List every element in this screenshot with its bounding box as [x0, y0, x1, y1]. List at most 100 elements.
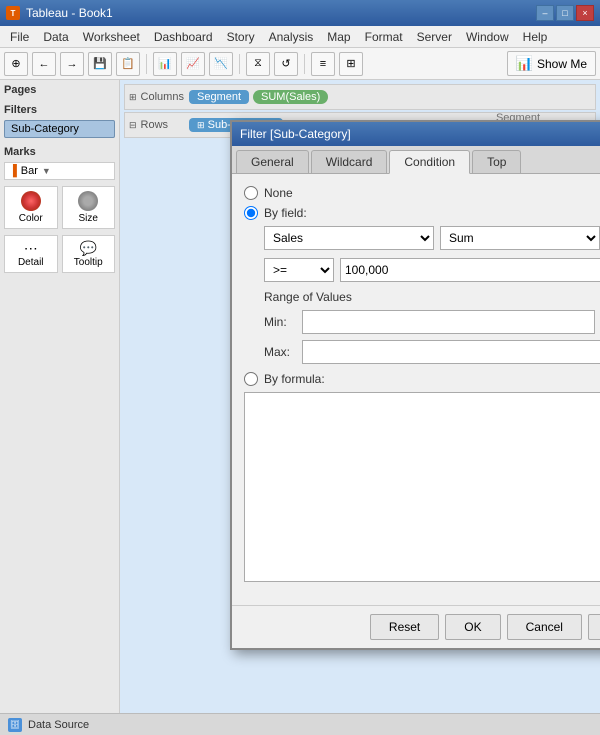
data-source-label[interactable]: Data Source [28, 719, 89, 731]
min-input[interactable] [302, 310, 595, 334]
apply-button[interactable]: Apply [588, 614, 600, 640]
tab-wildcard[interactable]: Wildcard [311, 150, 388, 173]
minimize-button[interactable]: – [536, 5, 554, 21]
toolbar-chart-btn3[interactable]: 📉 [209, 52, 233, 76]
max-input[interactable] [302, 340, 600, 364]
marks-controls-2: ⋯ Detail 💬 Tooltip [4, 235, 115, 273]
none-radio-group: None By field: Sales [244, 186, 600, 585]
tab-top[interactable]: Top [472, 150, 521, 173]
menu-data[interactable]: Data [37, 28, 74, 46]
menu-help[interactable]: Help [517, 28, 554, 46]
tooltip-label: Tooltip [74, 257, 103, 268]
reset-button[interactable]: Reset [370, 614, 439, 640]
none-label: None [264, 186, 293, 200]
toolbar-chart-btn1[interactable]: 📊 [153, 52, 177, 76]
status-bar: 🗄 Data Source [0, 713, 600, 735]
bar-chart-icon: 📊 [516, 55, 533, 72]
field-dropdown[interactable]: Sales [264, 226, 434, 250]
menu-map[interactable]: Map [321, 28, 356, 46]
menu-dashboard[interactable]: Dashboard [148, 28, 219, 46]
size-button[interactable]: Size [62, 186, 116, 229]
tableau-icon: T [6, 6, 20, 20]
none-radio-row: None [244, 186, 600, 200]
filter-subcategory-chip[interactable]: Sub-Category [4, 120, 115, 138]
pages-section: Pages [4, 84, 115, 96]
menu-format[interactable]: Format [359, 28, 409, 46]
toolbar-save-btn[interactable]: 💾 [88, 52, 112, 76]
by-formula-radio[interactable] [244, 372, 258, 386]
window-title: Tableau - Book1 [26, 6, 113, 20]
toolbar-duplicate-btn[interactable]: 📋 [116, 52, 140, 76]
columns-pill-sales[interactable]: SUM(Sales) [253, 90, 328, 104]
rows-text: Rows [141, 119, 169, 131]
threshold-input[interactable] [340, 258, 600, 282]
marks-section: Marks ▐ Bar ▼ Color Size ⋯ Detail [4, 146, 115, 273]
show-me-button[interactable]: 📊 Show Me [507, 51, 596, 76]
menu-analysis[interactable]: Analysis [263, 28, 320, 46]
rows-pill-icon: ⊞ [197, 120, 205, 130]
max-label: Max: [264, 345, 294, 359]
tooltip-button[interactable]: 💬 Tooltip [62, 235, 116, 273]
show-me-label: Show Me [537, 57, 587, 71]
by-field-radio[interactable] [244, 206, 258, 220]
aggregation-dropdown[interactable]: Sum [440, 226, 600, 250]
dialog-content: None By field: Sales [232, 174, 600, 605]
sidebar: Pages Filters Sub-Category Marks ▐ Bar ▼… [0, 80, 120, 735]
dialog-buttons: Reset OK Cancel Apply [232, 605, 600, 648]
pages-title: Pages [4, 84, 115, 96]
bar-chart-icon: ▐ [9, 165, 17, 177]
ok-button[interactable]: OK [445, 614, 500, 640]
menu-bar: File Data Worksheet Dashboard Story Anal… [0, 26, 600, 48]
toolbar-separator-1 [146, 54, 147, 74]
toolbar-separator-2 [239, 54, 240, 74]
color-button[interactable]: Color [4, 186, 58, 229]
columns-pill-segment[interactable]: Segment [189, 90, 249, 104]
field-selects-row: Sales Sum [264, 226, 600, 250]
dialog-title: Filter [Sub-Category] [240, 127, 351, 141]
columns-text: Columns [141, 91, 184, 103]
menu-story[interactable]: Story [221, 28, 261, 46]
detail-button[interactable]: ⋯ Detail [4, 235, 58, 273]
detail-icon: ⋯ [24, 240, 38, 256]
toolbar-back-btn[interactable]: ← [32, 52, 56, 76]
color-label: Color [19, 213, 43, 224]
toolbar-sort-btn[interactable]: ≡ [311, 52, 335, 76]
range-section: Range of Values Min: Load Max: [264, 290, 600, 364]
operator-dropdown[interactable]: >= [264, 258, 334, 282]
toolbar-forward-btn[interactable]: → [60, 52, 84, 76]
toolbar-chart-btn2[interactable]: 📈 [181, 52, 205, 76]
menu-file[interactable]: File [4, 28, 35, 46]
formula-textarea[interactable] [244, 392, 600, 582]
toolbar-refresh2-btn[interactable]: ↺ [274, 52, 298, 76]
tab-condition[interactable]: Condition [389, 150, 470, 174]
by-field-label: By field: [264, 206, 307, 220]
title-bar-left: T Tableau - Book1 [6, 6, 113, 20]
rows-label: ⊟ Rows [129, 119, 189, 131]
cancel-button[interactable]: Cancel [507, 614, 582, 640]
range-title: Range of Values [264, 290, 600, 304]
close-button[interactable]: × [576, 5, 594, 21]
toolbar-group-btn[interactable]: ⊞ [339, 52, 363, 76]
columns-label: ⊞ Columns [129, 91, 189, 103]
by-field-radio-row: By field: [244, 206, 600, 220]
menu-window[interactable]: Window [460, 28, 515, 46]
chevron-down-icon: ▼ [42, 166, 51, 176]
marks-title: Marks [4, 146, 115, 158]
dialog-title-bar: Filter [Sub-Category] × [232, 122, 600, 146]
database-icon: 🗄 [8, 718, 22, 732]
tab-general[interactable]: General [236, 150, 309, 173]
columns-shelf: ⊞ Columns Segment SUM(Sales) [124, 84, 596, 110]
menu-worksheet[interactable]: Worksheet [77, 28, 146, 46]
menu-server[interactable]: Server [411, 28, 458, 46]
title-bar-controls[interactable]: – □ × [536, 5, 594, 21]
marks-type-selector[interactable]: ▐ Bar ▼ [4, 162, 115, 180]
size-label: Size [79, 213, 98, 224]
marks-controls: Color Size [4, 186, 115, 229]
maximize-button[interactable]: □ [556, 5, 574, 21]
main-area: Pages Filters Sub-Category Marks ▐ Bar ▼… [0, 80, 600, 735]
toolbar-refresh-btn[interactable]: ⊕ [4, 52, 28, 76]
toolbar-filter-btn[interactable]: ⧖ [246, 52, 270, 76]
toolbar: ⊕ ← → 💾 📋 📊 📈 📉 ⧖ ↺ ≡ ⊞ 📊 Show Me [0, 48, 600, 80]
color-icon [21, 191, 41, 211]
none-radio[interactable] [244, 186, 258, 200]
